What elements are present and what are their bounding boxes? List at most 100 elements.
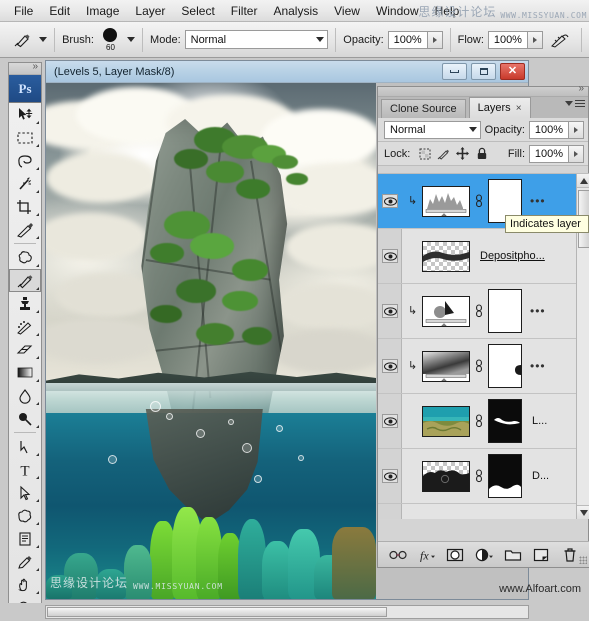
menu-item-help[interactable]: Help bbox=[427, 2, 468, 20]
blend-mode-select[interactable]: Normal bbox=[184, 30, 329, 49]
link-layers-button[interactable] bbox=[387, 545, 409, 565]
document-title-bar[interactable]: (Levels 5, Layer Mask/8) ✕ bbox=[46, 61, 528, 83]
link-mask-icon[interactable] bbox=[474, 194, 484, 208]
layer-mask-thumbnail-black[interactable] bbox=[488, 454, 522, 498]
layer-thumbnail-transparent-strip[interactable] bbox=[422, 240, 470, 272]
layer-content[interactable]: D... bbox=[402, 454, 589, 498]
layer-content[interactable]: L... bbox=[402, 399, 589, 443]
layer-thumbnail-rock-silhouette[interactable] bbox=[422, 460, 470, 492]
layer-name-depositpho[interactable]: Depositpho... bbox=[480, 250, 545, 262]
menu-item-filter[interactable]: Filter bbox=[223, 2, 266, 20]
delete-layer-button[interactable] bbox=[559, 545, 581, 565]
add-layer-mask-button[interactable] bbox=[444, 545, 466, 565]
layer-row-curves[interactable]: ↳ ••• bbox=[378, 284, 589, 339]
layer-thumbnail-curves-graph[interactable] bbox=[422, 295, 470, 327]
blur-tool[interactable] bbox=[9, 384, 41, 407]
new-adjustment-layer-button[interactable] bbox=[473, 545, 495, 565]
layer-style-button[interactable]: fx bbox=[416, 545, 438, 565]
rectangular-marquee-tool[interactable] bbox=[9, 126, 41, 149]
opacity-control[interactable]: 100% bbox=[387, 30, 443, 49]
layer-mask-thumbnail-white[interactable] bbox=[488, 344, 522, 388]
type-tool[interactable]: T bbox=[9, 458, 41, 481]
lock-transparent-pixels-icon[interactable] bbox=[418, 147, 431, 160]
menu-item-view[interactable]: View bbox=[326, 2, 368, 20]
slice-tool[interactable] bbox=[9, 218, 41, 241]
layer-row-underwater[interactable]: L... bbox=[378, 394, 589, 449]
link-mask-icon[interactable] bbox=[474, 304, 484, 318]
fill-input[interactable]: 100% bbox=[529, 144, 569, 163]
hand-tool[interactable] bbox=[9, 573, 41, 596]
minimize-button[interactable] bbox=[442, 63, 467, 80]
new-group-button[interactable] bbox=[502, 545, 524, 565]
document-horizontal-scrollbar[interactable] bbox=[45, 605, 529, 619]
gradient-tool[interactable] bbox=[9, 361, 41, 384]
new-layer-button[interactable] bbox=[530, 545, 552, 565]
notes-tool[interactable] bbox=[9, 527, 41, 550]
scroll-down-button[interactable] bbox=[577, 505, 589, 519]
layer-blend-mode-select[interactable]: Normal bbox=[384, 120, 481, 139]
fill-slider-button[interactable] bbox=[569, 144, 584, 163]
lock-position-icon[interactable] bbox=[456, 147, 470, 160]
history-brush-tool[interactable] bbox=[9, 315, 41, 338]
menu-item-file[interactable]: File bbox=[6, 2, 41, 20]
visibility-toggle[interactable] bbox=[378, 339, 402, 393]
brush-chevron-down-icon[interactable] bbox=[127, 37, 136, 42]
layer-content[interactable]: ↳ ••• bbox=[402, 289, 589, 333]
dodge-tool[interactable] bbox=[9, 407, 41, 430]
menu-item-layer[interactable]: Layer bbox=[127, 2, 173, 20]
link-mask-icon[interactable] bbox=[474, 469, 484, 483]
panel-opacity-control[interactable]: 100% bbox=[529, 120, 584, 139]
healing-brush-tool[interactable] bbox=[9, 246, 41, 269]
tab-clone-source[interactable]: Clone Source bbox=[381, 99, 466, 118]
flow-slider-button[interactable] bbox=[527, 30, 543, 49]
pen-tool[interactable] bbox=[9, 435, 41, 458]
horizontal-scrollbar-thumb[interactable] bbox=[47, 607, 387, 617]
brush-tool-icon[interactable] bbox=[8, 28, 35, 52]
layer-row-gradient-map[interactable]: ↳ ••• bbox=[378, 339, 589, 394]
layer-row-rock-silhouette[interactable]: D... bbox=[378, 449, 589, 504]
brush-tool[interactable] bbox=[9, 269, 41, 292]
layer-thumbnail-levels-histogram[interactable] bbox=[422, 185, 470, 217]
panel-opacity-input[interactable]: 100% bbox=[529, 120, 569, 139]
visibility-toggle[interactable] bbox=[378, 449, 402, 503]
airbrush-icon[interactable] bbox=[547, 28, 574, 52]
close-button[interactable]: ✕ bbox=[500, 63, 525, 80]
layer-thumbnail-gradient-map[interactable] bbox=[422, 350, 470, 382]
visibility-toggle[interactable] bbox=[378, 229, 402, 283]
tab-layers[interactable]: Layers × bbox=[468, 97, 531, 118]
eraser-tool[interactable] bbox=[9, 338, 41, 361]
tool-preset-chevron-down-icon[interactable] bbox=[39, 37, 48, 42]
opacity-input[interactable]: 100% bbox=[387, 30, 428, 49]
layer-mask-thumbnail-black[interactable] bbox=[488, 399, 522, 443]
move-tool[interactable] bbox=[9, 103, 41, 126]
eyedropper-tool[interactable] bbox=[9, 550, 41, 573]
link-mask-icon[interactable] bbox=[474, 414, 484, 428]
panel-opacity-slider-button[interactable] bbox=[569, 120, 584, 139]
menu-item-image[interactable]: Image bbox=[78, 2, 127, 20]
menu-item-window[interactable]: Window bbox=[368, 2, 427, 20]
layer-row-depositpho[interactable]: Depositpho... bbox=[378, 229, 589, 284]
visibility-toggle[interactable] bbox=[378, 394, 402, 448]
layer-content[interactable]: Depositpho... bbox=[402, 240, 589, 272]
brush-preview[interactable]: 60 bbox=[98, 27, 123, 52]
layer-mask-thumbnail-white[interactable] bbox=[488, 289, 522, 333]
link-mask-icon[interactable] bbox=[474, 359, 484, 373]
crop-tool[interactable] bbox=[9, 195, 41, 218]
path-selection-tool[interactable] bbox=[9, 481, 41, 504]
visibility-toggle[interactable] bbox=[378, 174, 402, 228]
lock-image-pixels-icon[interactable] bbox=[437, 147, 450, 160]
custom-shape-tool[interactable] bbox=[9, 504, 41, 527]
panel-resize-grip[interactable] bbox=[579, 556, 587, 564]
close-icon[interactable]: × bbox=[516, 103, 522, 114]
opacity-slider-button[interactable] bbox=[427, 30, 443, 49]
layer-thumbnail-underwater-reef[interactable] bbox=[422, 405, 470, 437]
flow-control[interactable]: 100% bbox=[487, 30, 543, 49]
visibility-toggle[interactable] bbox=[378, 284, 402, 338]
menu-item-edit[interactable]: Edit bbox=[41, 2, 78, 20]
panel-menu-button[interactable] bbox=[565, 100, 585, 107]
maximize-button[interactable] bbox=[471, 63, 496, 80]
menu-item-select[interactable]: Select bbox=[173, 2, 222, 20]
clone-stamp-tool[interactable] bbox=[9, 292, 41, 315]
layer-content[interactable]: ↳ ••• bbox=[402, 344, 589, 388]
lasso-tool[interactable] bbox=[9, 149, 41, 172]
